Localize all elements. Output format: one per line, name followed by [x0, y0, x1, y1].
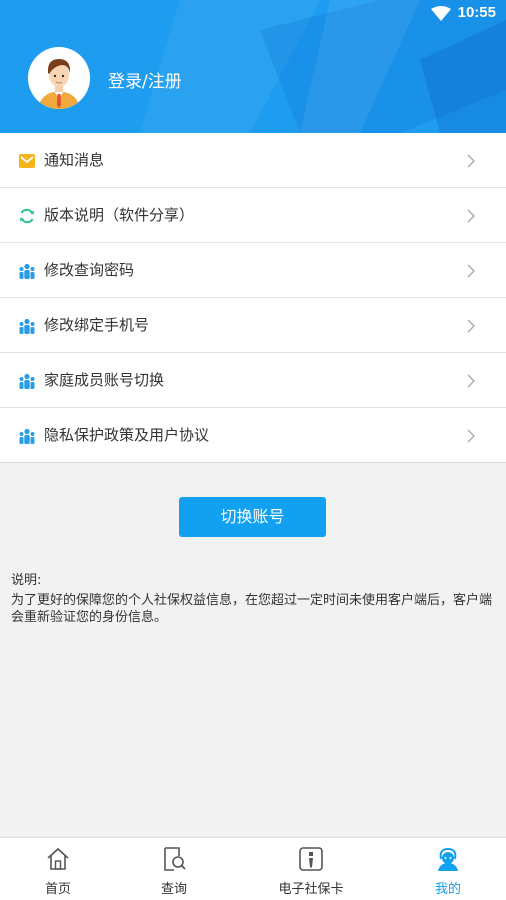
status-time: 10:55	[457, 4, 496, 21]
chevron-right-icon	[467, 264, 475, 278]
search-doc-icon	[164, 847, 186, 871]
chevron-right-icon	[467, 319, 475, 333]
menu-item-label: 通知消息	[44, 151, 105, 169]
card-icon	[299, 847, 323, 871]
chevron-right-icon	[467, 154, 475, 168]
menu-item-privacy-policy[interactable]: 隐私保护政策及用户协议	[0, 408, 506, 463]
menu-item-label: 修改查询密码	[44, 261, 135, 279]
users-icon	[19, 428, 35, 444]
tab-query[interactable]: 查询	[116, 838, 232, 900]
menu-item-family-account-switch[interactable]: 家庭成员账号切换	[0, 353, 506, 408]
note-text: 为了更好的保障您的个人社保权益信息，在您超过一定时间未使用客户端后，客户端会重新…	[11, 593, 493, 625]
tab-home[interactable]: 首页	[0, 838, 116, 900]
tab-label: 电子社保卡	[278, 882, 344, 897]
tab-mine[interactable]: 我的	[390, 838, 506, 900]
menu-item-label: 版本说明（软件分享）	[44, 206, 195, 224]
note-title: 说明:	[11, 573, 42, 588]
menu-item-change-phone[interactable]: 修改绑定手机号	[0, 298, 506, 353]
menu-item-label: 隐私保护政策及用户协议	[44, 426, 210, 444]
chevron-right-icon	[467, 209, 475, 223]
users-icon	[19, 318, 35, 334]
tab-label: 查询	[160, 882, 187, 897]
menu-item-notifications[interactable]: 通知消息	[0, 133, 506, 188]
tab-e-social-security-card[interactable]: 电子社保卡	[232, 838, 390, 900]
refresh-icon	[20, 208, 34, 224]
bottom-tab-bar: 首页 查询 电子社保卡 我的	[0, 837, 506, 900]
login-register-link[interactable]: 登录/注册	[108, 67, 182, 92]
settings-menu: 通知消息 版本说明（软件分享） 修改查询密码 修改绑定手机号 家庭成员账号切换 …	[0, 133, 506, 463]
status-bar: 10:55	[0, 0, 506, 26]
mail-icon	[19, 154, 35, 168]
menu-item-change-query-password[interactable]: 修改查询密码	[0, 243, 506, 298]
menu-item-label: 家庭成员账号切换	[44, 371, 165, 389]
tab-label: 首页	[44, 882, 71, 897]
menu-item-label: 修改绑定手机号	[44, 316, 150, 334]
avatar-image	[28, 47, 90, 109]
profile-header: 10:55 登录/注册	[0, 0, 506, 133]
users-icon	[19, 263, 35, 279]
tab-label: 我的	[434, 882, 461, 897]
home-icon	[47, 847, 69, 870]
switch-account-button[interactable]: 切换账号	[179, 497, 326, 537]
chevron-right-icon	[467, 429, 475, 443]
wifi-icon	[431, 6, 451, 21]
user-icon	[438, 847, 458, 871]
chevron-right-icon	[467, 374, 475, 388]
users-icon	[19, 373, 35, 389]
avatar[interactable]	[28, 47, 90, 109]
menu-item-version-info[interactable]: 版本说明（软件分享）	[0, 188, 506, 243]
